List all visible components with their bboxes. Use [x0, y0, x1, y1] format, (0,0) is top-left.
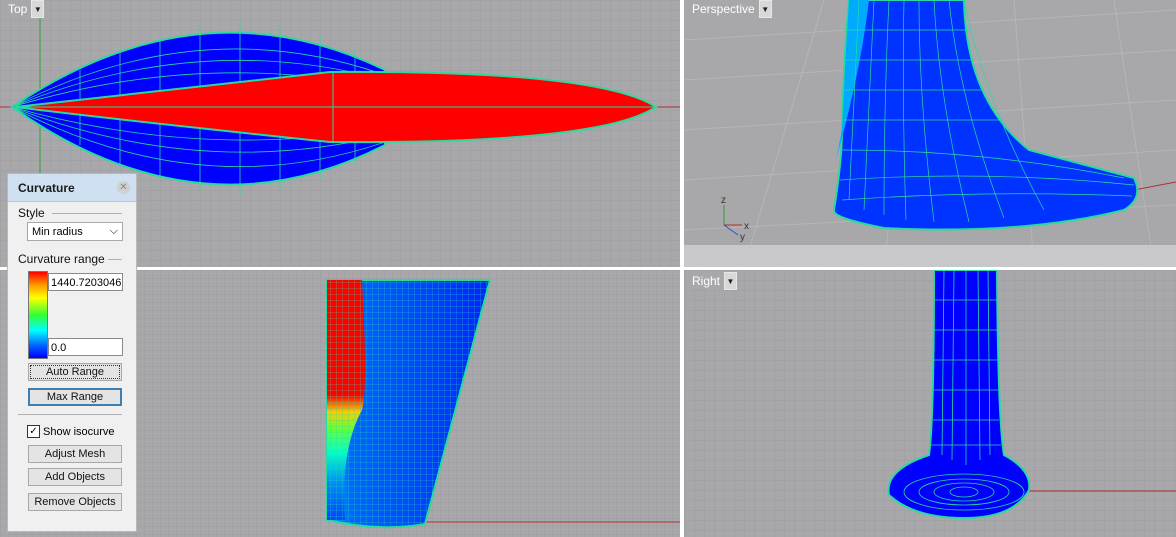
adjust-mesh-button[interactable]: Adjust Mesh: [28, 445, 122, 463]
triangle-down-icon[interactable]: ▼: [31, 0, 45, 18]
triangle-down-icon[interactable]: ▼: [724, 272, 738, 290]
right-view-scene: [684, 270, 1176, 537]
range-max-field[interactable]: 1440.7203046: [48, 273, 123, 291]
viewport-title: Perspective: [692, 2, 755, 16]
viewport-title: Right: [692, 274, 721, 288]
section-divider: [52, 213, 122, 214]
style-dropdown-value: Min radius: [32, 225, 83, 238]
close-icon[interactable]: ✕: [117, 181, 130, 194]
style-dropdown[interactable]: Min radius ⌵: [27, 222, 123, 241]
style-section-label: Style: [18, 206, 45, 220]
viewport-right[interactable]: Right ▼: [684, 270, 1176, 537]
panel-title: Curvature: [18, 180, 75, 195]
triangle-down-icon[interactable]: ▼: [758, 0, 772, 18]
show-isocurve-checkbox[interactable]: ✓ Show isocurve: [27, 425, 115, 438]
axis-z-label: z: [721, 195, 726, 206]
color-legend-bar: [28, 271, 48, 359]
show-isocurve-label: Show isocurve: [43, 425, 115, 438]
range-section-label: Curvature range: [18, 252, 105, 266]
chevron-down-icon: ⌵: [109, 225, 118, 237]
max-range-button[interactable]: Max Range: [28, 388, 122, 406]
axis-y-label: y: [740, 232, 745, 243]
perspective-view-scene: z x y: [684, 0, 1176, 267]
section-divider: [18, 414, 122, 415]
auto-range-button[interactable]: Auto Range: [28, 363, 122, 381]
range-min-field[interactable]: 0.0: [48, 338, 123, 356]
viewport-label-perspective[interactable]: Perspective ▼: [688, 0, 772, 18]
viewport-title: Top: [8, 2, 28, 16]
panel-header[interactable]: Curvature ✕: [8, 174, 136, 202]
viewport-label-top[interactable]: Top ▼: [4, 0, 45, 18]
remove-objects-button[interactable]: Remove Objects: [28, 493, 122, 511]
add-objects-button[interactable]: Add Objects: [28, 468, 122, 486]
checkbox-checked-icon[interactable]: ✓: [27, 425, 40, 438]
viewport-perspective[interactable]: z x y Perspective ▼: [684, 0, 1176, 267]
section-divider: [108, 259, 122, 260]
viewport-label-right[interactable]: Right ▼: [688, 272, 738, 290]
curvature-panel: Curvature ✕ Style Min radius ⌵ Curvature…: [7, 173, 137, 532]
axis-x-label: x: [744, 221, 749, 232]
